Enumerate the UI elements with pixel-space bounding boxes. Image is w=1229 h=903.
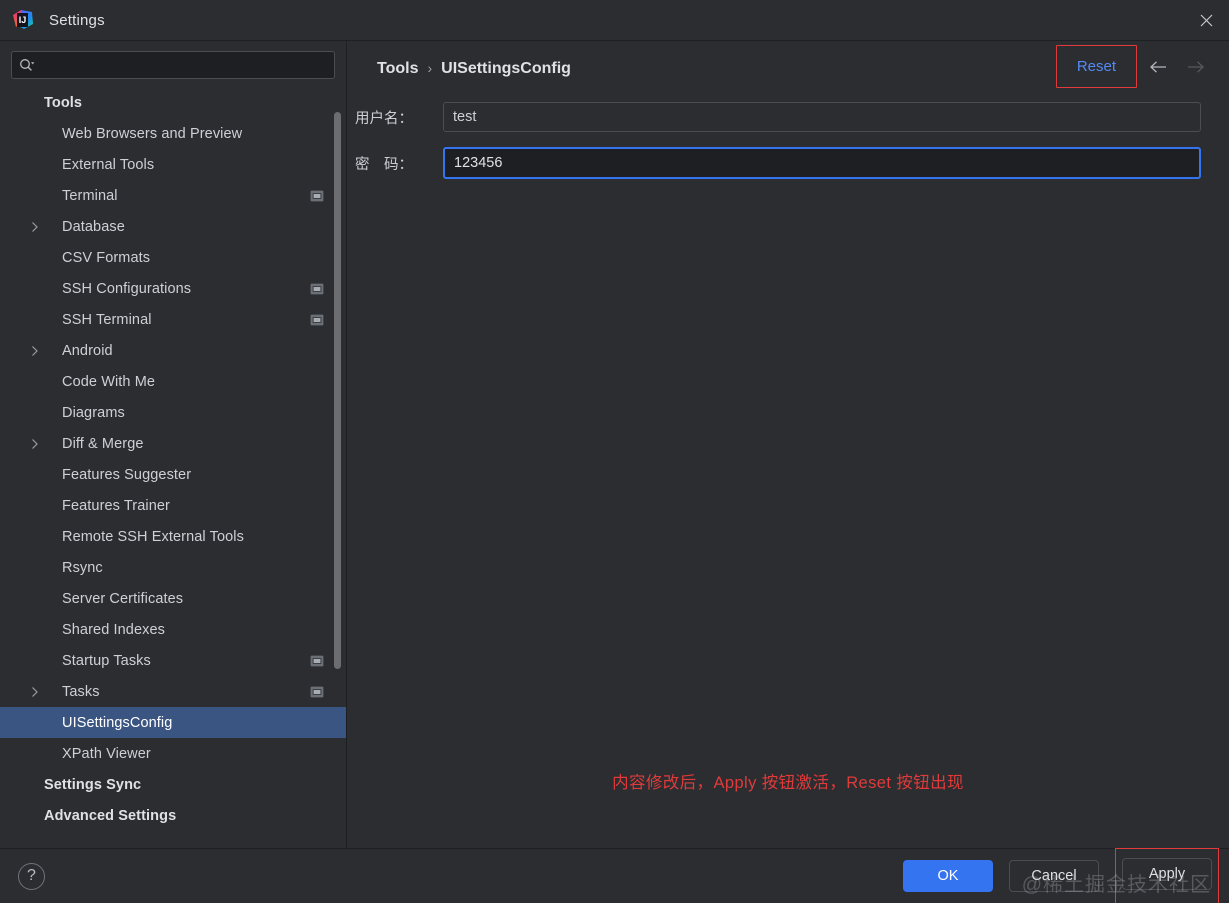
breadcrumb-separator: › <box>427 60 433 76</box>
sidebar-item-settings-sync[interactable]: Settings Sync <box>0 769 346 800</box>
header-actions: Reset <box>1055 45 1213 88</box>
sidebar-item-tools[interactable]: Tools <box>0 87 346 118</box>
annotation-text: 内容修改后，Apply 按钮激活，Reset 按钮出现 <box>612 774 964 792</box>
settings-tree[interactable]: Tools Web Browsers and Preview External To… <box>0 85 346 848</box>
main-header: Tools › UISettingsConfig Reset <box>347 41 1229 97</box>
sidebar-item-external-tools[interactable]: External Tools <box>0 149 346 180</box>
sidebar-item-diagrams[interactable]: Diagrams <box>0 397 346 428</box>
sidebar-item-label: SSH Terminal <box>62 311 152 328</box>
sidebar-item-label: Diagrams <box>62 404 125 421</box>
sidebar-item-label: External Tools <box>62 156 155 173</box>
sidebar-item-web-browsers-and-preview[interactable]: Web Browsers and Preview <box>0 118 346 149</box>
arrow-right-icon[interactable] <box>1179 50 1213 84</box>
sidebar-item-label: Advanced Settings <box>44 807 177 824</box>
password-label: 密 码： <box>355 156 413 173</box>
window-title: Settings <box>49 11 105 29</box>
apply-button[interactable]: Apply <box>1122 858 1212 890</box>
sidebar-item-label: Diff & Merge <box>62 435 144 452</box>
search-input[interactable] <box>39 57 327 73</box>
sidebar-item-label: Server Certificates <box>62 590 184 607</box>
sidebar-item-label: SSH Configurations <box>62 280 192 297</box>
chevron-right-icon[interactable] <box>26 438 44 450</box>
sidebar-item-csv-formats[interactable]: CSV Formats <box>0 242 346 273</box>
dialog-body: Tools Web Browsers and Preview External To… <box>0 41 1229 848</box>
sidebar-item-code-with-me[interactable]: Code With Me <box>0 366 346 397</box>
footer-buttons: OK Cancel Apply <box>903 848 1219 903</box>
sidebar-item-uisettingsconfig[interactable]: UISettingsConfig <box>0 707 346 738</box>
arrow-left-icon[interactable] <box>1141 50 1175 84</box>
sidebar-item-shared-indexes[interactable]: Shared Indexes <box>0 614 346 645</box>
sidebar-item-advanced-settings[interactable]: Advanced Settings <box>0 800 346 831</box>
apply-annotation-box: Apply <box>1115 848 1219 903</box>
username-row: 用户名： <box>355 102 1201 132</box>
title-bar: IJ Settings <box>0 0 1229 41</box>
sidebar-item-label: Code With Me <box>62 373 156 390</box>
svg-text:IJ: IJ <box>19 15 27 25</box>
sidebar-item-rsync[interactable]: Rsync <box>0 552 346 583</box>
dialog-footer: ? OK Cancel Apply @稀土掘金技术社区 <box>0 848 1229 903</box>
sidebar-scrollbar[interactable] <box>333 85 342 848</box>
username-label: 用户名： <box>355 110 413 127</box>
breadcrumb-leaf: UISettingsConfig <box>441 60 571 77</box>
sidebar-item-features-suggester[interactable]: Features Suggester <box>0 459 346 490</box>
search-icon <box>19 58 35 72</box>
chevron-right-icon[interactable] <box>26 686 44 698</box>
sidebar-item-xpath-viewer[interactable]: XPath Viewer <box>0 738 346 769</box>
settings-sidebar: Tools Web Browsers and Preview External To… <box>0 41 347 848</box>
sidebar-item-label: Tools <box>44 94 83 111</box>
ok-button[interactable]: OK <box>903 860 993 892</box>
sidebar-item-label: Settings Sync <box>44 776 142 793</box>
sidebar-item-database[interactable]: Database <box>0 211 346 242</box>
search-area <box>0 41 346 85</box>
chevron-right-icon[interactable] <box>26 345 44 357</box>
sidebar-item-label: Web Browsers and Preview <box>62 125 243 142</box>
breadcrumb-root[interactable]: Tools <box>377 60 418 78</box>
sidebar-item-remote-ssh-external-tools[interactable]: Remote SSH External Tools <box>0 521 346 552</box>
project-scope-icon <box>310 685 324 699</box>
sidebar-item-label: Features Suggester <box>62 466 192 483</box>
close-icon[interactable] <box>1183 0 1229 41</box>
search-box[interactable] <box>11 51 335 79</box>
sidebar-item-label: XPath Viewer <box>62 745 151 762</box>
sidebar-scrollbar-thumb[interactable] <box>334 112 341 669</box>
sidebar-item-terminal[interactable]: Terminal <box>0 180 346 211</box>
sidebar-item-label: Tasks <box>62 683 100 700</box>
settings-form: 用户名： 密 码： <box>347 97 1229 179</box>
sidebar-item-label: Shared Indexes <box>62 621 165 638</box>
settings-main-panel: Tools › UISettingsConfig Reset 用户名： test… <box>347 41 1229 848</box>
password-field[interactable] <box>443 147 1201 179</box>
sidebar-item-features-trainer[interactable]: Features Trainer <box>0 490 346 521</box>
sidebar-item-android[interactable]: Android <box>0 335 346 366</box>
sidebar-item-label: Rsync <box>62 559 103 576</box>
chevron-right-icon[interactable] <box>26 221 44 233</box>
sidebar-item-label: Startup Tasks <box>62 652 151 669</box>
sidebar-item-label: CSV Formats <box>62 249 151 266</box>
sidebar-item-label: UISettingsConfig <box>62 714 173 731</box>
reset-button[interactable]: Reset <box>1077 58 1116 75</box>
sidebar-item-label: Remote SSH External Tools <box>62 528 244 545</box>
username-field[interactable] <box>443 102 1201 132</box>
settings-dialog: IJ Settings Tools Web Browsers and Previ… <box>0 0 1229 903</box>
intellij-idea-logo-icon: IJ <box>12 9 33 31</box>
sidebar-item-label: Terminal <box>62 187 118 204</box>
sidebar-item-ssh-terminal[interactable]: SSH Terminal <box>0 304 346 335</box>
sidebar-item-label: Database <box>62 218 125 235</box>
sidebar-item-label: Features Trainer <box>62 497 170 514</box>
project-scope-icon <box>310 313 324 327</box>
sidebar-item-label: Android <box>62 342 113 359</box>
project-scope-icon <box>310 654 324 668</box>
project-scope-icon <box>310 189 324 203</box>
cancel-button[interactable]: Cancel <box>1009 860 1099 892</box>
help-button[interactable]: ? <box>18 862 45 890</box>
sidebar-item-diff-merge[interactable]: Diff & Merge <box>0 428 346 459</box>
sidebar-item-ssh-configurations[interactable]: SSH Configurations <box>0 273 346 304</box>
breadcrumb: Tools › UISettingsConfig <box>377 60 571 78</box>
password-row: 密 码： <box>355 147 1201 179</box>
sidebar-item-startup-tasks[interactable]: Startup Tasks <box>0 645 346 676</box>
project-scope-icon <box>310 282 324 296</box>
sidebar-item-tasks[interactable]: Tasks <box>0 676 346 707</box>
reset-annotation-box: Reset <box>1055 45 1137 88</box>
sidebar-item-server-certificates[interactable]: Server Certificates <box>0 583 346 614</box>
